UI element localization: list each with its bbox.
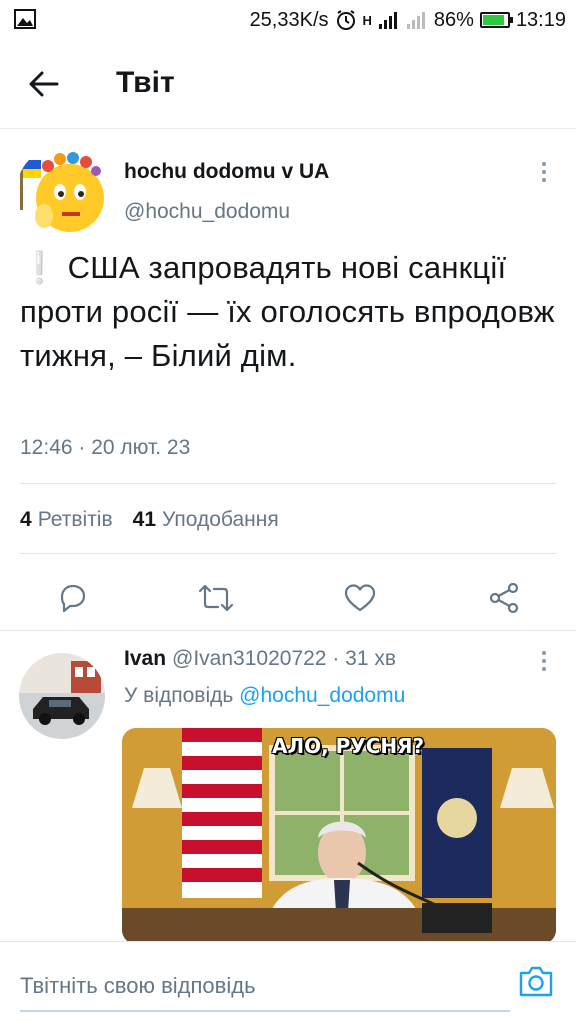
divider (20, 553, 556, 554)
reply-image[interactable]: АЛО, РУСНЯ? (122, 728, 556, 944)
page-title: Твіт (116, 66, 175, 99)
author-handle[interactable]: @hochu_dodomu (124, 200, 290, 224)
retweet-count: 4 (20, 508, 32, 531)
dot (542, 170, 546, 174)
reply-photo (122, 728, 556, 944)
network-type: H (362, 12, 372, 28)
dot (542, 178, 546, 182)
battery-icon (479, 12, 513, 28)
retweets-stat[interactable]: 4 Ретвітів (20, 508, 113, 532)
tweet-more-button[interactable] (530, 152, 558, 192)
dot (542, 651, 546, 655)
reply-time: · 31 хв (332, 647, 397, 670)
author-name[interactable]: hochu dodomu v UA (124, 160, 329, 184)
exclamation-emoji: ❕ (20, 250, 59, 285)
tweet-text: ❕ США запровадять нові санкції проти рос… (20, 246, 560, 378)
clock: 13:19 (515, 8, 566, 31)
camera-button[interactable] (518, 964, 558, 1004)
dot (542, 659, 546, 663)
camera-icon (519, 966, 553, 997)
retweet-label: Ретвітів (37, 508, 113, 531)
author-avatar[interactable] (16, 146, 108, 238)
tweet-stats: 4 Ретвітів 41 Уподобання (20, 508, 279, 532)
like-button[interactable] (338, 576, 382, 620)
dot (542, 667, 546, 671)
compose-bar: Твітніть свою відповідь (0, 941, 576, 1025)
tweet-body: США запровадять нові санкції проти росії… (20, 250, 555, 373)
emoji-avatar-image (20, 152, 104, 232)
signal-secondary-icon (406, 12, 425, 29)
car-photo-avatar (19, 653, 105, 739)
tweet-actions (0, 568, 576, 628)
image-caption: АЛО, РУСНЯ? (272, 734, 425, 758)
reply-button[interactable] (50, 576, 94, 620)
reply-header: Ivan @Ivan31020722 · 31 хв (124, 647, 396, 671)
divider (20, 483, 556, 484)
alarm-icon (336, 10, 355, 30)
like-count: 41 (132, 508, 156, 531)
battery-fill (482, 15, 504, 25)
reply-author-name[interactable]: Ivan (124, 647, 166, 670)
battery-percent: 86% (433, 8, 474, 31)
reply-prefix: У відповідь (124, 684, 234, 707)
share-icon (489, 582, 519, 614)
reply-more-button[interactable] (530, 641, 558, 681)
gallery-notification-icon (14, 9, 36, 29)
arrow-left-icon (29, 71, 59, 97)
reply-author-handle[interactable]: @Ivan31020722 (172, 647, 326, 670)
tweet-timestamp: 12:46 · 20 лют. 23 (20, 436, 191, 459)
app-bar: Твіт (0, 40, 576, 129)
likes-stat[interactable]: 41 Уподобання (133, 508, 279, 532)
retweet-icon (198, 584, 234, 612)
reply-to-line: У відповідь @hochu_dodomu (124, 684, 405, 708)
reply-to-handle-link[interactable]: @hochu_dodomu (239, 684, 405, 707)
share-button[interactable] (482, 576, 526, 620)
dot (542, 162, 546, 166)
reply-input[interactable]: Твітніть свою відповідь (20, 962, 510, 1012)
retweet-button[interactable] (194, 576, 238, 620)
status-bar: 25,33K/s H 86% 13:19 (0, 0, 576, 40)
heart-icon (344, 584, 376, 612)
like-label: Уподобання (162, 508, 279, 531)
divider (0, 630, 576, 631)
back-button[interactable] (22, 62, 66, 106)
reply-author-avatar[interactable] (19, 653, 105, 739)
reply-icon (60, 584, 86, 613)
signal-icon (378, 12, 397, 29)
network-speed: 25,33K/s (249, 8, 329, 31)
